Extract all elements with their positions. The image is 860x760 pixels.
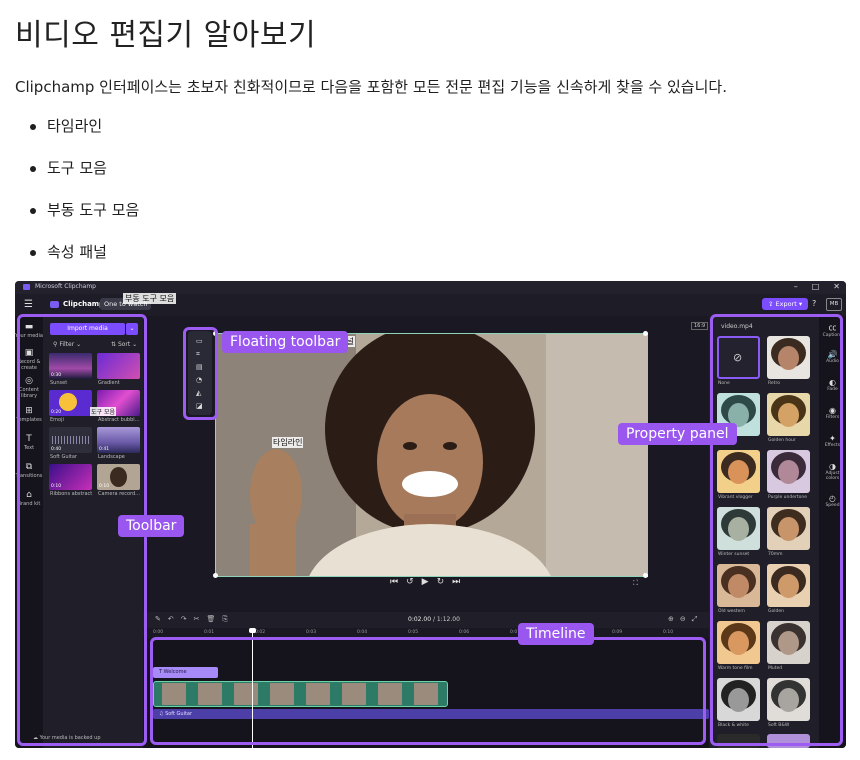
export-label: Export [775,300,797,308]
ruler-tick: 0:05 [408,630,419,635]
menu-icon[interactable]: ☰ [24,299,33,310]
app-icon [23,284,30,290]
timeline-overlay-label: 타임라인 [272,437,304,448]
timeline-toolbar: ✎↶↷✂🗑⎘ 0:02.00 / 1:12.00 ⊕⊖⤢ [143,612,709,628]
fullscreen-icon[interactable]: ⛶ [633,579,638,588]
maximize-icon[interactable]: □ [812,282,820,291]
minimize-icon[interactable]: – [794,282,798,291]
aspect-ratio-button[interactable]: 16:9 [691,322,709,330]
property-panel-callout: Property panel [618,423,737,445]
intro-paragraph: Clipchamp 인터페이스는 초보자 친화적이므로 다음을 포함한 모든 전… [15,78,727,96]
floating-toolbar-callout: Floating toolbar [222,331,349,353]
forward-icon[interactable]: ↻ [437,577,453,587]
duplicate-icon[interactable]: ⎘ [222,615,235,623]
toolbar-callout: Toolbar [118,515,185,537]
timeline-callout: Timeline [518,623,594,645]
ruler-tick: 0:06 [459,630,470,635]
export-button[interactable]: ⇪ Export ▾ [762,298,809,310]
help-icon[interactable]: ? [812,299,816,308]
woman-smiling-image [216,334,647,576]
property-panel-highlight [710,314,843,746]
clipchamp-logo-icon [50,301,59,308]
ruler-tick: 0:10 [663,630,674,635]
window-controls: – □ ✕ [794,282,840,291]
zoom-out-icon[interactable]: ⊖ [680,615,692,623]
ruler-tick: 0:04 [357,630,368,635]
ruler-tick: 0:03 [306,630,317,635]
skip-forward-icon[interactable]: ⏭ [452,577,468,587]
ruler-tick: 0:09 [612,630,623,635]
list-item: 타임라인 [15,114,139,156]
avatar[interactable]: MB [826,298,842,311]
app-name: Clipchamp [63,300,105,308]
magnet-icon[interactable]: ✎ [155,615,168,623]
ruler-tick: 0:00 [153,630,164,635]
list-item: 속성 패널 [15,240,139,282]
close-icon[interactable]: ✕ [833,282,840,291]
feature-list: 타임라인 도구 모음 부동 도구 모음 속성 패널 [15,114,139,282]
zoom-in-icon[interactable]: ⊕ [668,615,680,623]
split-icon[interactable]: ✂ [194,615,207,623]
timeline-tools: ✎↶↷✂🗑⎘ [155,615,235,624]
zoom-controls: ⊕⊖⤢ [668,615,703,624]
playback-controls: ⏮↺▶↻⏭ [390,577,468,587]
time-readout: 0:02.00 / 1:12.00 [408,616,460,623]
ruler-tick: 0:02 [255,630,266,635]
skip-back-icon[interactable]: ⏮ [390,577,406,587]
redo-icon[interactable]: ↷ [181,615,194,623]
rewind-icon[interactable]: ↺ [406,577,422,587]
page-title: 비디오 편집기 알아보기 [15,18,317,53]
video-preview[interactable]: 타임라인 속성 패널 [215,333,648,577]
playhead-handle[interactable] [249,628,256,633]
list-item: 부동 도구 모음 [15,198,139,240]
resize-handle[interactable] [213,573,218,578]
resize-handle[interactable] [643,573,648,578]
window-title: Microsoft Clipchamp [35,283,96,290]
delete-icon[interactable]: 🗑 [207,615,223,623]
fit-timeline-icon[interactable]: ⤢ [692,615,704,623]
floating-toolbar-highlight [183,327,218,420]
list-item: 도구 모음 [15,156,139,198]
floating-toolbar-overlay-label: 부동 도구 모음 [123,293,177,304]
clipchamp-screenshot: Microsoft Clipchamp – □ ✕ ☰ Clipchamp On… [15,281,846,748]
article-page: 비디오 편집기 알아보기 Clipchamp 인터페이스는 초보자 친화적이므로… [0,0,860,760]
resize-handle[interactable] [643,331,648,336]
timeline-highlight [150,637,706,745]
ruler-tick: 0:01 [204,630,215,635]
play-icon[interactable]: ▶ [422,577,437,587]
undo-icon[interactable]: ↶ [168,615,181,623]
